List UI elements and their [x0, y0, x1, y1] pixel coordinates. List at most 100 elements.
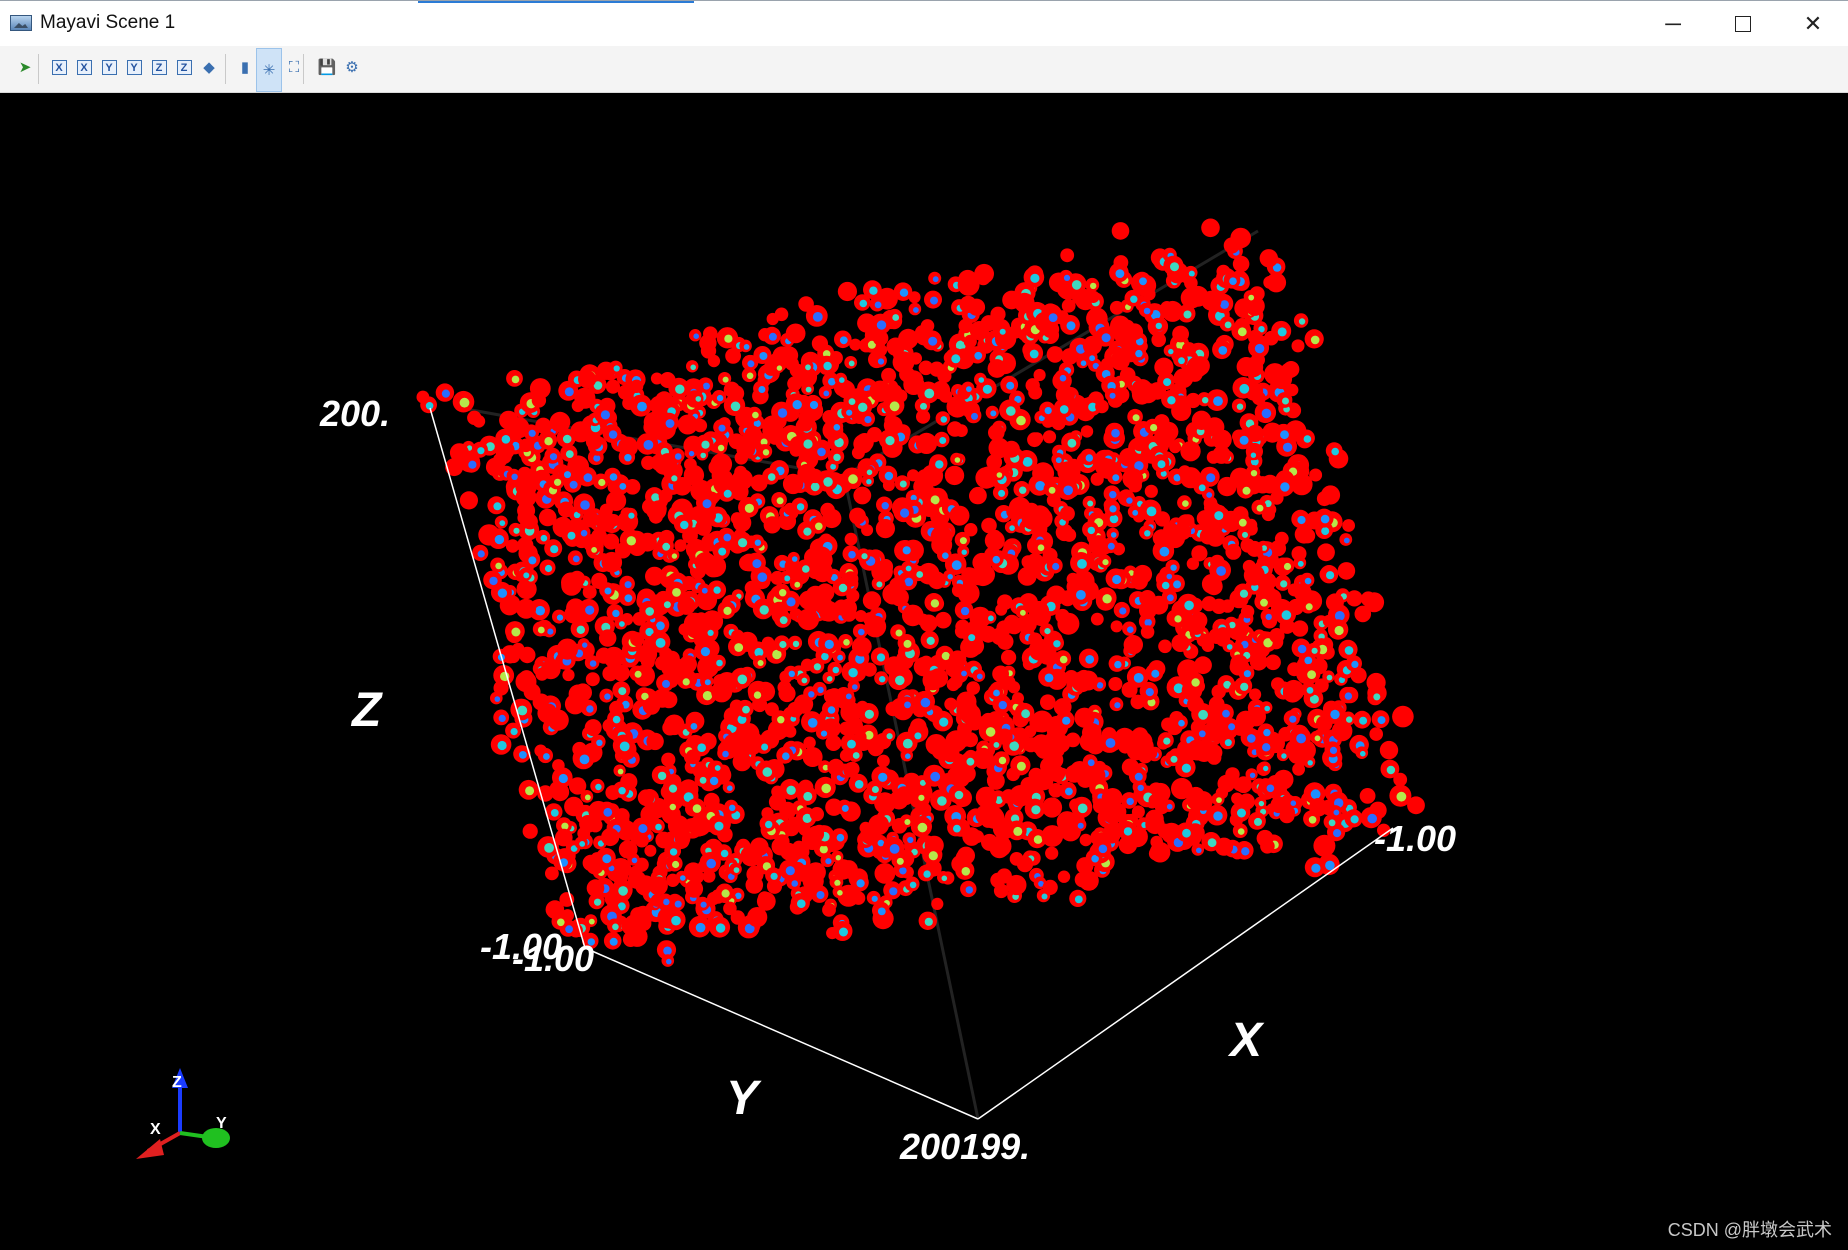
configure-button[interactable]: ⚙	[339, 52, 365, 82]
blob-core	[663, 898, 670, 906]
minimize-button[interactable]: ─	[1638, 1, 1708, 47]
blob-core	[680, 520, 689, 530]
full-screen-button[interactable]: ⛶	[281, 52, 307, 82]
blob-core	[859, 299, 868, 308]
isometric-view-button[interactable]: ◆	[196, 52, 222, 82]
blob-core	[1213, 396, 1223, 406]
blob-core	[1157, 460, 1166, 469]
blob-core	[752, 559, 762, 569]
save-button[interactable]: 💾	[314, 52, 340, 82]
blob-core	[497, 740, 507, 751]
blob-core	[564, 471, 571, 479]
blob-core	[1146, 506, 1157, 517]
blob-core	[1170, 564, 1177, 571]
blob-core	[961, 867, 971, 876]
blob	[1109, 300, 1124, 315]
blob-core	[1112, 474, 1120, 482]
blob-core	[1307, 670, 1316, 679]
blob	[646, 732, 664, 751]
scene-canvas[interactable]	[0, 93, 1848, 1250]
blob	[825, 735, 842, 751]
blob-core	[871, 895, 878, 902]
view-x-plus-button[interactable]: X	[46, 52, 72, 82]
blob	[1051, 734, 1071, 753]
blob	[1359, 788, 1376, 804]
parallel-projection-button[interactable]: ▮	[232, 52, 258, 82]
view-x-minus-button[interactable]: X	[71, 52, 97, 82]
blob-core	[738, 538, 748, 548]
blob-core	[1163, 737, 1171, 745]
blob-core	[1181, 763, 1191, 773]
blob-core	[477, 550, 485, 558]
blob-core	[904, 819, 911, 825]
blob-core	[1163, 378, 1172, 387]
blob-core	[1334, 625, 1344, 636]
blob-core	[722, 376, 729, 383]
blob	[1119, 367, 1136, 383]
blob	[957, 273, 980, 296]
blob-core	[604, 693, 611, 700]
view-z-minus-button[interactable]: Z	[171, 52, 197, 82]
blob-core	[580, 529, 588, 537]
blob-core	[1344, 646, 1354, 655]
blob-core	[796, 503, 805, 511]
blob-core	[1170, 755, 1178, 763]
blob-core	[528, 429, 536, 437]
blob-core	[1297, 560, 1304, 567]
blob	[792, 840, 806, 855]
blob-core	[1206, 473, 1216, 483]
blob-core	[792, 640, 800, 648]
blob	[1061, 298, 1076, 313]
blob	[734, 465, 747, 479]
view-y-minus-button[interactable]: Y	[121, 52, 147, 82]
blob	[570, 421, 592, 443]
blob	[1122, 468, 1144, 489]
blob-core	[928, 336, 938, 346]
blob-core	[828, 377, 836, 386]
blob-core	[495, 562, 502, 570]
blob-core	[1241, 847, 1250, 856]
mayavi-pipeline-button[interactable]: ➤	[12, 52, 38, 82]
blob-core	[1033, 835, 1043, 844]
view-z-minus-icon: Z	[176, 59, 192, 75]
blob	[906, 376, 925, 395]
blob	[725, 348, 741, 364]
blob-core	[1311, 647, 1318, 654]
blob-core	[832, 666, 840, 674]
blob-core	[714, 821, 724, 831]
blob	[1248, 329, 1263, 345]
view-z-plus-button[interactable]: Z	[146, 52, 172, 82]
blob	[1029, 712, 1049, 733]
blob-core	[1250, 470, 1258, 477]
blob	[1042, 879, 1058, 896]
title-accent	[418, 1, 694, 3]
close-button[interactable]: ✕	[1778, 1, 1848, 47]
blob	[1001, 649, 1017, 666]
blob	[642, 697, 661, 715]
axes-indicator-button[interactable]: ✳	[256, 48, 282, 92]
view-y-minus-icon: Y	[126, 59, 142, 75]
blob	[885, 701, 901, 717]
blob-core	[889, 887, 898, 896]
blob	[915, 432, 938, 454]
blob-core	[871, 786, 879, 793]
blob-core	[905, 565, 912, 572]
blob-core	[1161, 581, 1170, 590]
blob-core	[1331, 447, 1339, 456]
blob	[564, 796, 584, 817]
view-y-plus-button[interactable]: Y	[96, 52, 122, 82]
y-axis-title: Y	[726, 1072, 759, 1125]
blob	[822, 903, 836, 917]
blob-core	[974, 351, 983, 360]
blob-core	[723, 533, 732, 542]
blob	[771, 837, 790, 856]
blob	[877, 754, 890, 768]
maximize-button[interactable]	[1708, 1, 1778, 47]
blob-core	[846, 409, 853, 416]
blob	[614, 808, 630, 824]
blob-core	[729, 804, 736, 811]
mayavi-3d-scene[interactable]: 200. Z -1.00 -1.00 Y 200199. X -1.00 Z X…	[0, 93, 1848, 1250]
blob-core	[1282, 442, 1293, 452]
blob	[1061, 348, 1079, 365]
blob-core	[706, 858, 716, 869]
